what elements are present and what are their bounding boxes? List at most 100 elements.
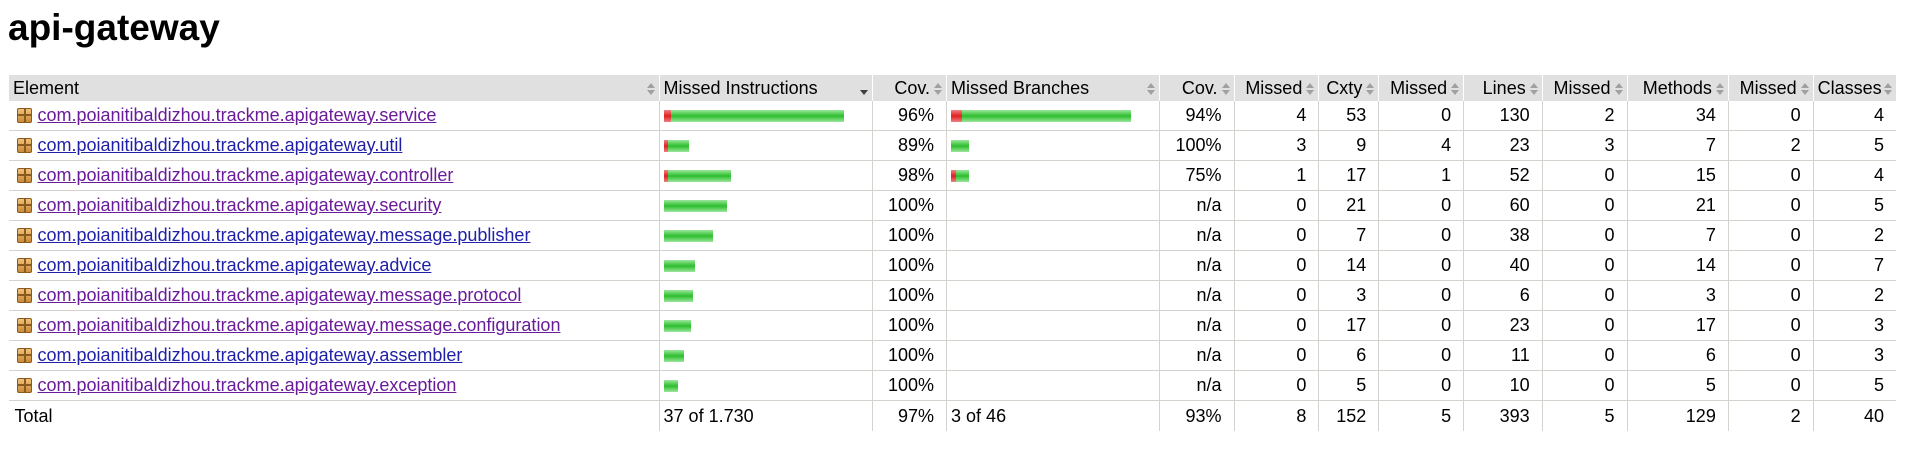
- package-icon: [16, 378, 32, 393]
- methods-total: 3: [1626, 280, 1729, 311]
- methods-total: 15: [1626, 160, 1729, 191]
- missed-instructions-bar-cell: [658, 340, 873, 371]
- header-methods[interactable]: Methods: [1626, 75, 1729, 101]
- header-lines-missed[interactable]: Missed: [1378, 75, 1464, 101]
- lines-total: 130: [1463, 101, 1543, 131]
- instructions-coverage-bar: [663, 350, 684, 363]
- covered-bar-segment: [667, 140, 689, 153]
- package-link[interactable]: com.poianitibaldizhou.trackme.apigateway…: [38, 225, 531, 245]
- sort-icon: [1306, 83, 1315, 95]
- lines-missed: 0: [1378, 310, 1464, 341]
- package-link[interactable]: com.poianitibaldizhou.trackme.apigateway…: [38, 315, 561, 335]
- classes-missed: 0: [1727, 190, 1814, 221]
- element-cell: com.poianitibaldizhou.trackme.apigateway…: [8, 130, 660, 161]
- sort-icon: [1884, 83, 1892, 95]
- package-icon: [16, 138, 32, 153]
- branches-coverage-bar: [951, 140, 970, 153]
- covered-bar-segment: [956, 170, 970, 183]
- complexity: 9: [1318, 130, 1379, 161]
- missed-branches-bar-cell: [946, 250, 1160, 281]
- complexity-missed: 0: [1233, 370, 1319, 401]
- package-link[interactable]: com.poianitibaldizhou.trackme.apigateway…: [38, 165, 454, 185]
- covered-bar-segment: [663, 260, 695, 273]
- package-icon: [16, 198, 32, 213]
- missed-branches-bar-cell: [946, 160, 1160, 191]
- branches-coverage: n/a: [1159, 340, 1235, 371]
- total-lines: 393: [1463, 400, 1543, 431]
- methods-missed: 0: [1541, 190, 1627, 221]
- classes-total: 4: [1812, 101, 1896, 131]
- total-complexity: 152: [1318, 400, 1379, 431]
- table-row: com.poianitibaldizhou.trackme.apigateway…: [8, 130, 1896, 161]
- branches-coverage: 94%: [1159, 101, 1235, 131]
- lines-missed: 0: [1378, 280, 1464, 311]
- instructions-coverage-bar: [663, 200, 727, 213]
- table-row: com.poianitibaldizhou.trackme.apigateway…: [8, 280, 1896, 311]
- package-link[interactable]: com.poianitibaldizhou.trackme.apigateway…: [38, 195, 442, 215]
- branches-coverage: n/a: [1159, 190, 1235, 221]
- missed-branches-bar-cell: [946, 101, 1160, 131]
- header-instructions-coverage[interactable]: Cov.: [871, 75, 947, 101]
- package-link[interactable]: com.poianitibaldizhou.trackme.apigateway…: [38, 345, 463, 365]
- covered-bar-segment: [663, 320, 691, 333]
- classes-missed: 0: [1727, 310, 1814, 341]
- missed-branches-bar-cell: [946, 130, 1160, 161]
- table-row: com.poianitibaldizhou.trackme.apigateway…: [8, 220, 1896, 251]
- covered-bar-segment: [667, 170, 731, 183]
- missed-bar-segment: [663, 110, 671, 123]
- header-missed-instructions[interactable]: Missed Instructions: [658, 75, 873, 101]
- element-cell: com.poianitibaldizhou.trackme.apigateway…: [8, 250, 660, 281]
- header-element[interactable]: Element: [8, 75, 660, 101]
- missed-instructions-bar-cell: [658, 280, 873, 311]
- missed-branches-bar-cell: [946, 190, 1160, 221]
- header-complexity[interactable]: Cxty: [1318, 75, 1379, 101]
- sort-icon: [646, 83, 655, 95]
- coverage-report-page: api-gateway Element Missed Instructions …: [0, 0, 1906, 452]
- instructions-coverage: 100%: [871, 250, 947, 281]
- package-link[interactable]: com.poianitibaldizhou.trackme.apigateway…: [38, 135, 403, 155]
- header-classes-missed[interactable]: Missed: [1727, 75, 1814, 101]
- header-branches-coverage[interactable]: Cov.: [1159, 75, 1235, 101]
- missed-branches-bar-cell: [946, 340, 1160, 371]
- missed-bar-segment: [951, 110, 963, 123]
- package-icon: [16, 108, 32, 123]
- package-link[interactable]: com.poianitibaldizhou.trackme.apigateway…: [38, 255, 432, 275]
- header-classes[interactable]: Classes: [1812, 75, 1896, 101]
- instructions-coverage: 100%: [871, 220, 947, 251]
- complexity-missed: 0: [1233, 340, 1319, 371]
- lines-missed: 0: [1378, 190, 1464, 221]
- element-cell: com.poianitibaldizhou.trackme.apigateway…: [8, 310, 660, 341]
- header-lines[interactable]: Lines: [1463, 75, 1543, 101]
- complexity: 17: [1318, 310, 1379, 341]
- classes-total: 3: [1812, 340, 1896, 371]
- covered-bar-segment: [663, 200, 727, 213]
- total-methods: 129: [1626, 400, 1729, 431]
- classes-total: 5: [1812, 370, 1896, 401]
- total-classes: 40: [1812, 400, 1896, 431]
- instructions-coverage: 98%: [871, 160, 947, 191]
- package-link[interactable]: com.poianitibaldizhou.trackme.apigateway…: [38, 105, 437, 125]
- branches-coverage-bar: [951, 170, 970, 183]
- methods-missed: 3: [1541, 130, 1627, 161]
- missed-instructions-bar-cell: [658, 130, 873, 161]
- element-cell: com.poianitibaldizhou.trackme.apigateway…: [8, 101, 660, 131]
- lines-total: 60: [1463, 190, 1543, 221]
- header-complexity-missed[interactable]: Missed: [1233, 75, 1319, 101]
- methods-total: 21: [1626, 190, 1729, 221]
- instructions-coverage-bar: [663, 230, 713, 243]
- header-methods-missed[interactable]: Missed: [1541, 75, 1627, 101]
- methods-total: 34: [1626, 101, 1729, 131]
- classes-total: 5: [1812, 130, 1896, 161]
- package-link[interactable]: com.poianitibaldizhou.trackme.apigateway…: [38, 285, 522, 305]
- package-link[interactable]: com.poianitibaldizhou.trackme.apigateway…: [38, 375, 457, 395]
- missed-instructions-bar-cell: [658, 220, 873, 251]
- sort-icon: [1715, 83, 1724, 95]
- instructions-coverage-bar: [663, 140, 689, 153]
- instructions-coverage: 100%: [871, 340, 947, 371]
- methods-missed: 0: [1541, 310, 1627, 341]
- header-missed-branches[interactable]: Missed Branches: [946, 75, 1160, 101]
- sort-icon: [1451, 83, 1460, 95]
- table-row: com.poianitibaldizhou.trackme.apigateway…: [8, 310, 1896, 341]
- classes-missed: 0: [1727, 280, 1814, 311]
- instructions-coverage: 100%: [871, 370, 947, 401]
